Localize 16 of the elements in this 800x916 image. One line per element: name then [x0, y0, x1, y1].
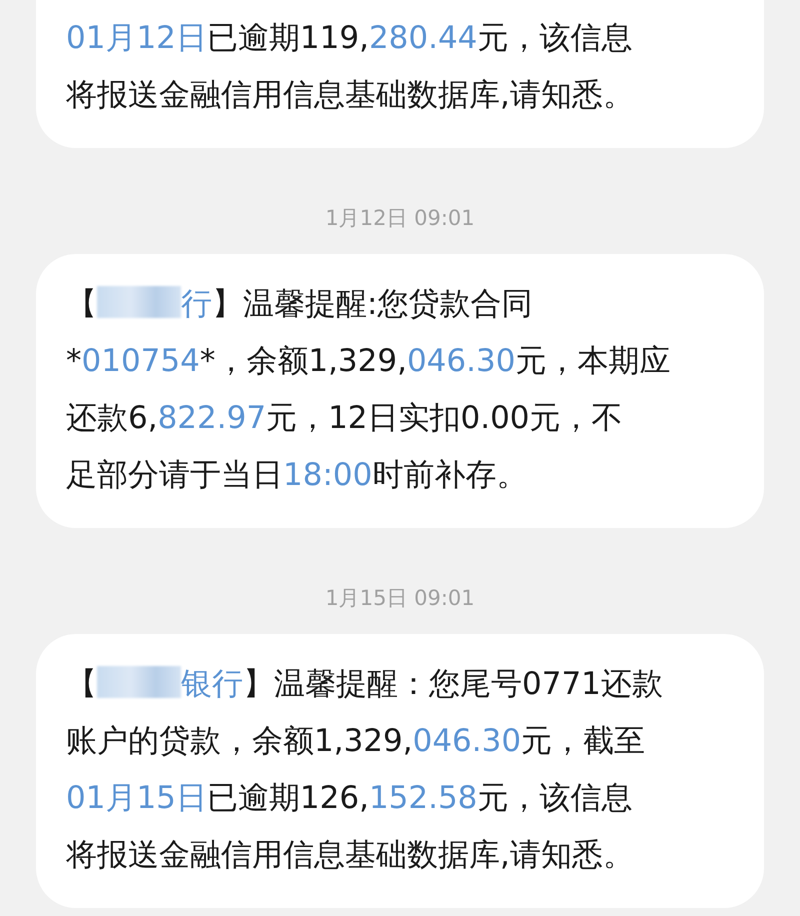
message-timestamp: 1月12日 09:01: [324, 205, 476, 232]
message-link[interactable]: 行: [181, 286, 212, 322]
message-link[interactable]: 280.44: [368, 20, 478, 56]
message-timestamp: 1月15日 09:01: [324, 585, 476, 612]
message-link[interactable]: 18:00: [283, 457, 372, 493]
message-link[interactable]: 01月12日: [66, 20, 207, 56]
message-link[interactable]: 046.30: [412, 723, 522, 759]
message-text: 01月12日 已逾期119,280.44元，该信息 将报送金融信用信息基础数据库,请知悉。: [66, 19, 635, 115]
message-link[interactable]: 822.97: [158, 400, 266, 436]
message-text: 【 银行】温馨提醒：您尾号0771还款 账户的贷款，余额1,329,046.30元，截至 01月15日 已逾期126,152.58元，该信息 将报送金融信用信息基础数据库,请知悉。: [66, 665, 664, 875]
message-link[interactable]: 010754: [82, 343, 200, 379]
message-link[interactable]: 046.30: [406, 343, 516, 379]
message-link[interactable]: 152.58: [368, 780, 478, 816]
message-link[interactable]: 01月15日: [66, 780, 207, 816]
message-text: 【 行】温馨提醒:您贷款合同 *010754*，余额1,329,046.30元，本期应 还款6,822.97元，12日实扣0.00元，不 足部分请于当日 18:00时前补存。: [66, 285, 672, 495]
message-link[interactable]: 银行: [181, 666, 243, 702]
